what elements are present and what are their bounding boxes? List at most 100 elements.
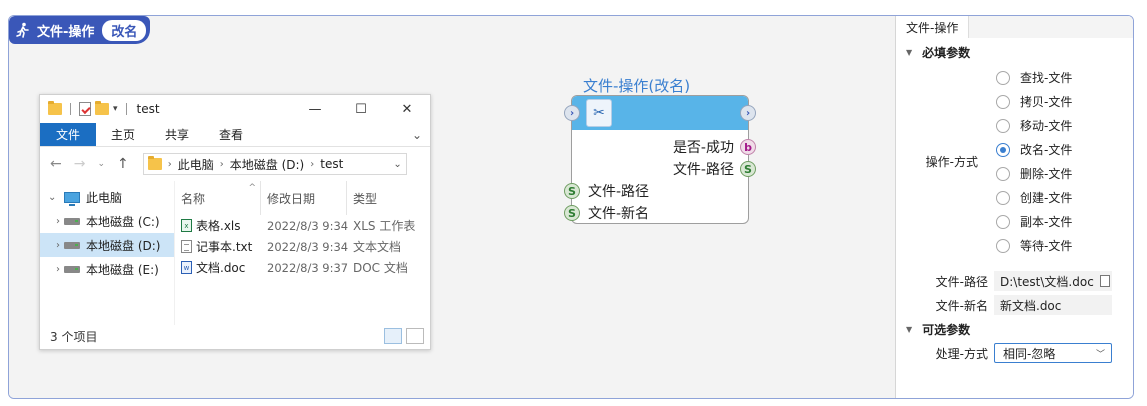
- explorer-statusbar: 3 个项目: [40, 323, 430, 349]
- ribbon-tabs: 文件 主页 共享 查看 ⌄: [40, 123, 430, 147]
- radio-delete-file[interactable]: 删除-文件: [996, 165, 1072, 182]
- ribbon-tab-home[interactable]: 主页: [96, 123, 150, 146]
- collapse-triangle-icon[interactable]: ▼: [906, 325, 912, 334]
- browse-file-icon[interactable]: [1100, 275, 1110, 287]
- drive-icon: [64, 265, 80, 273]
- radio-selected-icon: [996, 142, 1010, 157]
- breadcrumb-drive-d[interactable]: 本地磁盘 (D:): [230, 156, 304, 173]
- table-row[interactable]: 记事本.txt 2022/8/3 9:34 文本文档: [175, 236, 430, 257]
- column-headers: 名称 ^ 修改日期 类型: [175, 181, 430, 215]
- ribbon-expand-icon[interactable]: ⌄: [412, 123, 422, 146]
- string-output-port[interactable]: S: [740, 161, 756, 177]
- string-input-port[interactable]: S: [564, 183, 580, 199]
- nav-item-drive-d[interactable]: › 本地磁盘 (D:): [40, 233, 174, 257]
- sort-up-icon: ^: [248, 183, 256, 193]
- file-list: 名称 ^ 修改日期 类型 x 表格.xls 2022/8/3 9:34 XLS 工作…: [174, 181, 430, 325]
- radio-icon: [996, 94, 1010, 109]
- radio-create-file[interactable]: 创建-文件: [996, 189, 1072, 206]
- handling-select[interactable]: 相同-忽略 ﹀: [994, 343, 1112, 363]
- up-arrow-icon[interactable]: ↑: [117, 156, 129, 172]
- exec-out-port[interactable]: ›: [740, 105, 756, 121]
- radio-icon: [996, 238, 1010, 253]
- file-explorer-window: ▾ test — ☐ ✕ 文件 主页 共享 查看 ⌄ ← → ⌄ ↑ › 此电脑…: [39, 94, 431, 350]
- expand-chevron-icon[interactable]: ›: [48, 264, 60, 275]
- tab-file-operation[interactable]: 文件-操作: [896, 16, 970, 38]
- optional-params-section[interactable]: ▼ 可选参数: [906, 321, 970, 338]
- close-button[interactable]: ✕: [384, 95, 430, 123]
- ribbon-tab-file[interactable]: 文件: [40, 123, 97, 146]
- input-new-name: S 文件-新名: [564, 203, 649, 223]
- quick-access-dropdown-icon[interactable]: ▾: [113, 104, 118, 114]
- node-title: 文件-操作(改名): [583, 77, 691, 95]
- minimize-button[interactable]: —: [292, 95, 338, 123]
- item-count: 3 个项目: [50, 329, 98, 344]
- radio-move-file[interactable]: 移动-文件: [996, 117, 1072, 134]
- new-folder-icon[interactable]: [95, 101, 109, 115]
- newname-label: 文件-新名: [935, 299, 988, 313]
- column-header-date[interactable]: 修改日期: [261, 181, 347, 215]
- radio-find-file[interactable]: 查找-文件: [996, 69, 1072, 86]
- canvas[interactable]: 文件-操作 改名 ▾ test — ☐ ✕ 文件 主页 共享 查看 ⌄ ← → …: [9, 16, 895, 398]
- newname-field[interactable]: 新文档.doc: [994, 295, 1112, 315]
- table-row[interactable]: w 文档.doc 2022/8/3 9:37 DOC 文档: [175, 257, 430, 278]
- collapse-chevron-icon[interactable]: ⌄: [48, 192, 58, 203]
- properties-tabbar: 文件-操作: [896, 16, 1133, 38]
- file-operation-node[interactable]: › ✂ › 是否-成功 b 文件-路径 S S 文件-路径 S 文件-新名: [564, 95, 756, 224]
- radio-icon: [996, 166, 1010, 181]
- breadcrumb-test[interactable]: test: [320, 157, 343, 171]
- explorer-body: ⌄ 此电脑 › 本地磁盘 (C:) › 本地磁盘 (D:) › 本地磁盘 (E:…: [40, 181, 430, 325]
- nav-item-drive-e[interactable]: › 本地磁盘 (E:): [40, 257, 174, 281]
- ribbon-tab-share[interactable]: 共享: [150, 123, 204, 146]
- address-bar[interactable]: › 此电脑 › 本地磁盘 (D:) › test ⌄: [142, 153, 407, 175]
- handling-label: 处理-方式: [935, 347, 988, 361]
- breadcrumb-this-pc[interactable]: 此电脑: [178, 156, 214, 173]
- rename-badge[interactable]: 改名: [102, 19, 147, 41]
- running-person-icon: [16, 22, 29, 38]
- properties-panel: 文件-操作 ▼ 必填参数 查找-文件 拷贝-文件 移动-文件 改名-文件 删除-…: [895, 16, 1133, 398]
- radio-copy-file[interactable]: 拷贝-文件: [996, 93, 1072, 110]
- node-header[interactable]: › ✂ ›: [564, 96, 756, 130]
- column-header-type[interactable]: 类型: [347, 181, 407, 215]
- exec-in-port[interactable]: ›: [564, 105, 580, 121]
- address-row: ← → ⌄ ↑ › 此电脑 › 本地磁盘 (D:) › test ⌄: [40, 147, 430, 181]
- back-arrow-icon[interactable]: ←: [50, 156, 62, 172]
- xls-file-icon: x: [181, 219, 192, 232]
- collapse-triangle-icon[interactable]: ▼: [906, 48, 912, 57]
- address-folder-icon: [147, 156, 162, 170]
- navigation-pane: ⌄ 此电脑 › 本地磁盘 (C:) › 本地磁盘 (D:) › 本地磁盘 (E:…: [40, 181, 174, 325]
- required-params-section[interactable]: ▼ 必填参数: [906, 44, 970, 61]
- workflow-header: 文件-操作 改名: [9, 16, 151, 44]
- radio-rename-file[interactable]: 改名-文件: [996, 141, 1072, 158]
- maximize-button[interactable]: ☐: [338, 95, 384, 123]
- file-tools-icon: ✂: [586, 99, 612, 127]
- details-view-icon[interactable]: [384, 328, 402, 344]
- radio-icon: [996, 70, 1010, 85]
- radio-icon: [996, 214, 1010, 229]
- forward-arrow-icon[interactable]: →: [74, 156, 86, 172]
- folder-icon: [48, 101, 62, 115]
- bool-output-port[interactable]: b: [740, 139, 756, 155]
- output-success: 是否-成功 b: [673, 137, 756, 157]
- table-row[interactable]: x 表格.xls 2022/8/3 9:34 XLS 工作表: [175, 215, 430, 236]
- recent-locations-icon[interactable]: ⌄: [97, 159, 105, 169]
- nav-item-drive-c[interactable]: › 本地磁盘 (C:): [40, 209, 174, 233]
- nav-item-this-pc[interactable]: ⌄ 此电脑: [40, 185, 174, 209]
- doc-file-icon: w: [181, 261, 192, 274]
- address-dropdown-icon[interactable]: ⌄: [393, 159, 401, 170]
- properties-icon[interactable]: [79, 102, 91, 116]
- string-input-port[interactable]: S: [564, 205, 580, 221]
- explorer-window-title: test: [136, 102, 160, 116]
- expand-chevron-icon[interactable]: ›: [48, 216, 60, 227]
- drive-icon: [64, 241, 80, 249]
- radio-wait-file[interactable]: 等待-文件: [996, 237, 1072, 254]
- radio-duplicate-file[interactable]: 副本-文件: [996, 213, 1072, 230]
- chevron-down-icon[interactable]: ﹀: [1096, 347, 1105, 360]
- path-field[interactable]: D:\test\文档.doc: [994, 271, 1112, 291]
- expand-chevron-icon[interactable]: ›: [48, 240, 60, 251]
- large-icons-view-icon[interactable]: [406, 328, 424, 344]
- path-label: 文件-路径: [935, 275, 988, 289]
- column-header-name[interactable]: 名称 ^: [175, 181, 261, 215]
- operation-label: 操作-方式: [925, 155, 978, 169]
- ribbon-tab-view[interactable]: 查看: [204, 123, 258, 146]
- workflow-editor: 文件-操作 改名 ▾ test — ☐ ✕ 文件 主页 共享 查看 ⌄ ← → …: [8, 15, 1134, 399]
